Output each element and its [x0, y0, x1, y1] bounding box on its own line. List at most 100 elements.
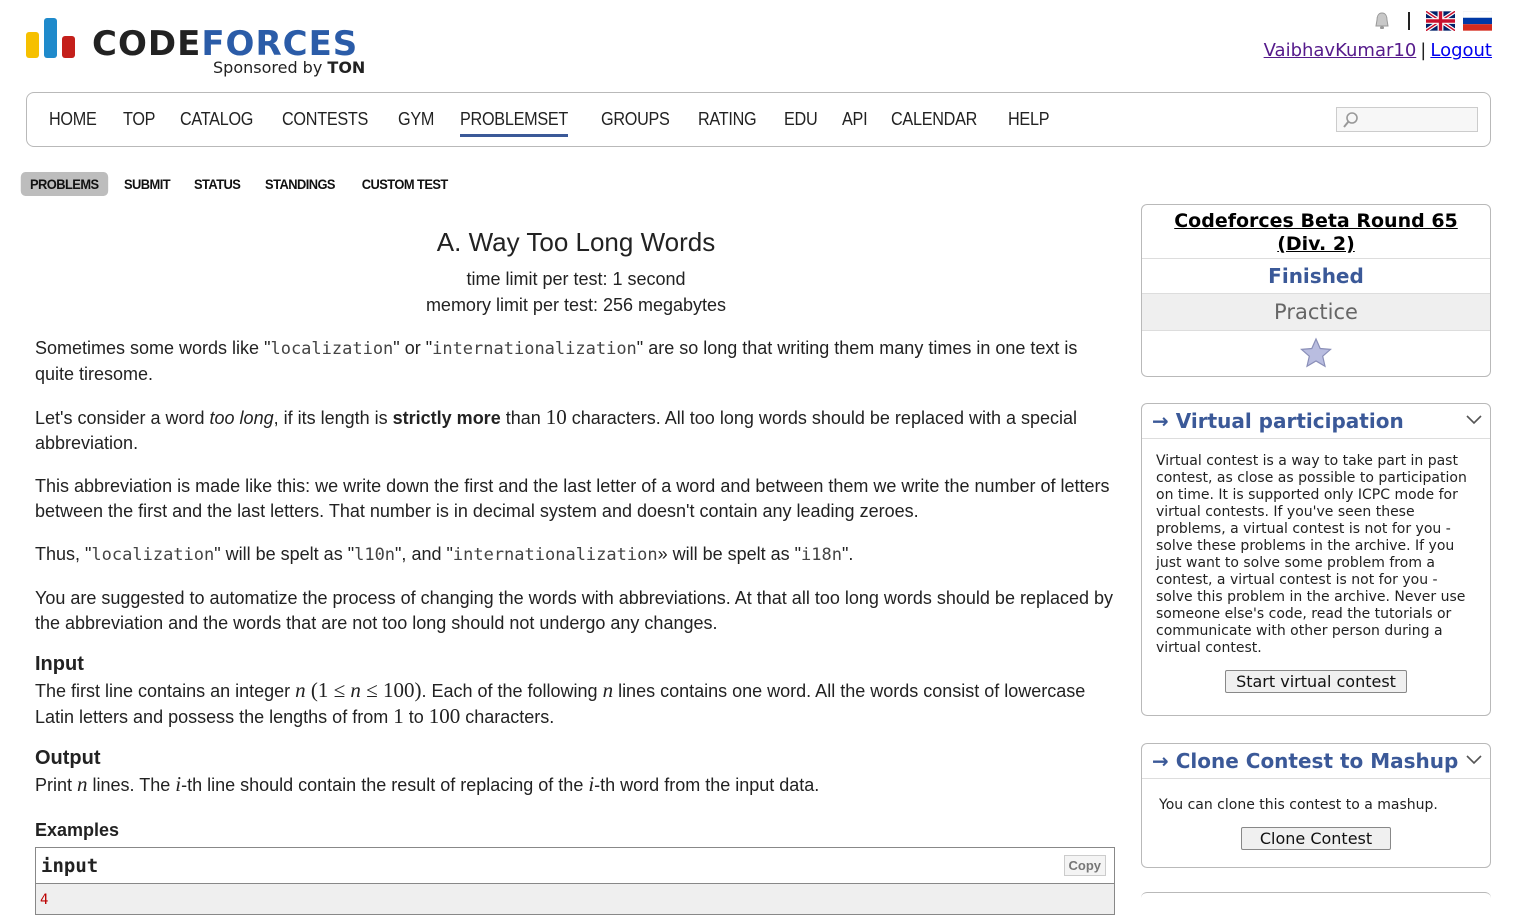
text: » will be spelt as "	[657, 544, 802, 564]
clone-contest-box: → Clone Contest to Mashup You can clone …	[1141, 743, 1491, 868]
text: , if its length is	[273, 408, 393, 428]
menu-item-top[interactable]: TOP	[123, 109, 155, 137]
legend-paragraph-4: Thus, "localization" will be spelt as "l…	[35, 542, 1117, 568]
legend-paragraph-2: Let's consider a word too long, if its l…	[35, 405, 1117, 456]
second-level-menu: PROBLEMS SUBMIT STATUS STANDINGS CUSTOM …	[17, 172, 461, 196]
next-sidebar-box-edge	[1141, 892, 1491, 902]
math-hundred: 100	[428, 704, 461, 728]
problem-statement: A. Way Too Long Words time limit per tes…	[35, 220, 1117, 915]
start-virtual-contest-button[interactable]: Start virtual contest	[1225, 670, 1407, 693]
contest-name: Codeforces Beta Round 65 (Div. 2)	[1142, 205, 1490, 259]
menu-item-edu[interactable]: EDU	[784, 109, 818, 137]
memory-limit: memory limit per test: 256 megabytes	[425, 295, 727, 315]
text: lines. The	[87, 775, 176, 795]
text: -th word from the input data.	[594, 775, 820, 795]
text: characters.	[460, 707, 555, 727]
math-n: n	[77, 772, 88, 796]
menu-item-catalog[interactable]: CATALOG	[180, 109, 253, 137]
clone-contest-text: You can clone this contest to a mashup.	[1159, 797, 1438, 813]
clone-contest-title: → Clone Contest to Mashup	[1152, 749, 1459, 773]
math-range-close: ≤ 100)	[360, 678, 422, 702]
text: The first line contains an integer	[35, 681, 296, 701]
star-icon[interactable]	[1300, 337, 1332, 369]
sample-input-label: input	[41, 855, 99, 877]
time-limit: time limit per test: 1 second	[466, 269, 686, 289]
submenu-item-submit[interactable]: SUBMIT	[114, 172, 178, 196]
logo-sponsor: Sponsored by TON	[213, 58, 365, 77]
input-section-title: Input	[35, 653, 84, 675]
output-specification: Print n lines. The i-th line should cont…	[35, 772, 1117, 798]
input-specification: The first line contains an integer n (1 …	[35, 678, 1117, 730]
bell-icon[interactable]	[1372, 11, 1392, 31]
menu-item-groups[interactable]: GROUPS	[601, 109, 670, 137]
russia-flag-icon[interactable]	[1463, 11, 1492, 31]
menu-item-calendar[interactable]: CALENDAR	[891, 109, 977, 137]
code-l10n: l10n	[354, 545, 396, 565]
header-user-area: VaibhavKumar10 | Logout	[1192, 8, 1492, 61]
menu-item-api[interactable]: API	[842, 109, 868, 137]
sponsor-prefix: Sponsored by	[213, 58, 323, 77]
submenu-item-status[interactable]: STATUS	[184, 172, 249, 196]
menu-item-help[interactable]: HELP	[1008, 109, 1050, 137]
virtual-participation-caption: → Virtual participation	[1142, 404, 1490, 439]
sample-input-content[interactable]: 4	[36, 884, 1114, 914]
math-one: 1	[393, 704, 404, 728]
user-separator: |	[1420, 40, 1427, 61]
clone-contest-button[interactable]: Clone Contest	[1240, 827, 1392, 850]
text: Print	[35, 775, 78, 795]
menu-item-rating[interactable]: RATING	[698, 109, 757, 137]
text: ", and "	[395, 544, 453, 564]
chevron-down-icon[interactable]	[1466, 755, 1482, 765]
code-internationalization: internationalization	[452, 545, 658, 565]
text: ".	[842, 544, 854, 564]
virtual-participation-text: Virtual contest is a way to take part in…	[1156, 453, 1467, 656]
menu-item-problemset[interactable]: PROBLEMSET	[459, 109, 568, 137]
menu-item-contests[interactable]: CONTESTS	[282, 109, 368, 137]
logo-word-code: CODE	[92, 24, 202, 64]
search-icon	[1343, 112, 1358, 128]
contest-phase-practice: Practice	[1142, 294, 1490, 331]
menu-item-home[interactable]: HOME	[49, 109, 97, 137]
username-link[interactable]: VaibhavKumar10	[1264, 40, 1417, 61]
submenu-item-standings[interactable]: STANDINGS	[256, 172, 344, 196]
math-n: n	[350, 678, 361, 702]
contest-name-link[interactable]: Codeforces Beta Round 65 (Div. 2)	[1174, 210, 1458, 255]
logout-link[interactable]: Logout	[1430, 40, 1492, 61]
legend-paragraph-3: This abbreviation is made like this: we …	[35, 476, 1110, 521]
text: " will be spelt as "	[214, 544, 355, 564]
main-menu: HOME TOP CATALOG CONTESTS GYM PROBLEMSET…	[26, 92, 1491, 147]
math-range-open: (1 ≤	[305, 678, 351, 702]
clone-contest-caption: → Clone Contest to Mashup	[1142, 744, 1490, 779]
strong-strictly-more: strictly more	[392, 408, 501, 428]
chevron-down-icon[interactable]	[1466, 415, 1482, 425]
virtual-participation-title: → Virtual participation	[1152, 409, 1404, 433]
sample-input-header: input Copy	[36, 848, 1114, 884]
text: to	[403, 707, 429, 727]
codeforces-logo-bars-icon	[26, 18, 75, 58]
math-n: n	[295, 678, 306, 702]
submenu-item-problems[interactable]: PROBLEMS	[20, 172, 108, 196]
examples-title: Examples	[35, 820, 120, 840]
text: " or "	[393, 338, 433, 358]
text: . Each of the following	[421, 681, 603, 701]
code-internationalization: internationalization	[432, 339, 637, 359]
sponsor-name: TON	[327, 58, 366, 77]
math-n: n	[602, 678, 614, 702]
legend-paragraph-5: You are suggested to automatize the proc…	[35, 588, 1114, 633]
submenu-item-custom-test[interactable]: CUSTOM TEST	[352, 172, 456, 196]
copy-button[interactable]: Copy	[1063, 855, 1106, 876]
math-ten: 10	[545, 405, 567, 429]
code-localization: localization	[270, 339, 394, 359]
output-section-title: Output	[35, 747, 101, 769]
contest-status: Finished	[1142, 259, 1490, 294]
text: Let's consider a word	[35, 408, 210, 428]
problem-title: A. Way Too Long Words	[436, 227, 716, 257]
menu-item-gym[interactable]: GYM	[398, 109, 434, 137]
codeforces-logo[interactable]: CODEFORCES Sponsored by TON	[26, 18, 386, 80]
text: than	[500, 408, 546, 428]
favourite-star[interactable]	[1142, 331, 1490, 376]
uk-flag-icon[interactable]	[1426, 11, 1455, 31]
text: Sometimes some words like "	[35, 338, 271, 358]
virtual-participation-box: → Virtual participation Virtual contest …	[1141, 403, 1491, 716]
contest-info-box: Codeforces Beta Round 65 (Div. 2) Finish…	[1141, 204, 1491, 377]
